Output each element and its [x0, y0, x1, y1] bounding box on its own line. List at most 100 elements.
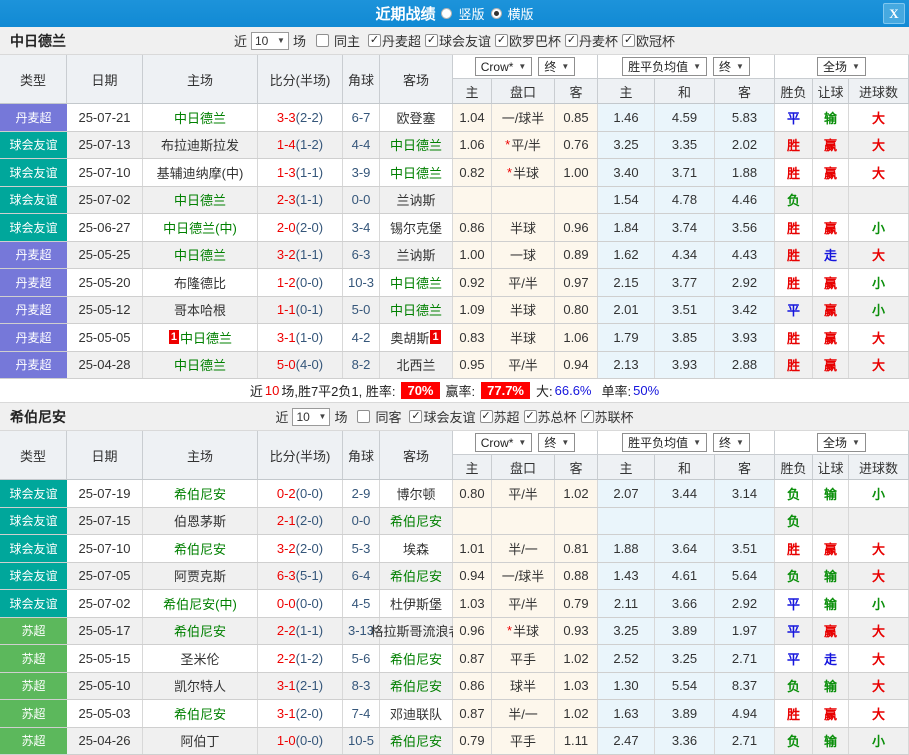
away-team: 博尔顿	[380, 480, 453, 507]
odds-time-select[interactable]: 终	[538, 433, 575, 452]
avg-home-odds: 1.84	[598, 214, 655, 241]
crow-home-odds: 0.96	[453, 618, 492, 645]
match-date: 25-07-15	[67, 508, 143, 535]
league-filter-group: 球会友谊苏超苏总杯苏联杯	[405, 407, 633, 426]
avg-draw-odds: 3.44	[655, 480, 715, 507]
league-checkbox-label[interactable]: 欧罗巴杯	[509, 31, 561, 50]
odds-time-select[interactable]: 终	[538, 57, 575, 76]
league-checkbox[interactable]	[495, 34, 508, 47]
same-venue-checkbox[interactable]	[316, 34, 329, 47]
result-wdl: 负	[775, 728, 813, 755]
recent-results-panel: 近期战绩 竖版 横版 中日德兰 近 10 场 同主 丹麦超球会友谊欧罗巴杯丹麦杯…	[0, 0, 909, 751]
league-checkbox-label[interactable]: 苏联杯	[595, 407, 634, 426]
handicap-line	[492, 508, 555, 535]
vertical-layout-label[interactable]: 竖版	[458, 4, 484, 23]
avg-odds-select[interactable]: 胜平负均值	[622, 57, 707, 76]
league-checkbox-label[interactable]: 苏总杯	[538, 407, 577, 426]
avg-away-odds: 4.94	[715, 700, 775, 727]
recent-count-select[interactable]: 10	[251, 32, 289, 50]
score: 5-0(4-0)	[258, 352, 343, 379]
match-date: 25-07-13	[67, 132, 143, 159]
crow-away-odds: 0.96	[555, 214, 598, 241]
avg-home-odds: 2.13	[598, 352, 655, 379]
odds-source-select[interactable]: Crow*	[475, 57, 533, 76]
result-wdl: 胜	[775, 242, 813, 269]
col-avg-away: 客	[715, 79, 775, 103]
home-team: 中日德兰	[143, 242, 258, 269]
scope-select[interactable]: 全场	[817, 57, 866, 76]
match-date: 25-07-02	[67, 590, 143, 617]
result-goals: 大	[849, 132, 909, 159]
home-team-name: 中日德兰	[174, 245, 226, 264]
crow-away-odds: 0.80	[555, 297, 598, 324]
score: 2-1(2-0)	[258, 508, 343, 535]
odds-source-select[interactable]: Crow*	[475, 433, 533, 452]
away-team-name: 希伯尼安	[390, 676, 442, 695]
corners: 6-7	[343, 104, 380, 131]
match-row: 球会友谊25-07-19希伯尼安0-2(0-0)2-9博尔顿0.80平/半1.0…	[0, 480, 909, 508]
away-team-name: 希伯尼安	[390, 511, 442, 530]
league-checkbox[interactable]	[409, 410, 422, 423]
league-checkbox-label[interactable]: 丹麦超	[382, 31, 421, 50]
close-button[interactable]	[883, 3, 905, 24]
away-team: 格拉斯哥流浪者	[380, 618, 453, 645]
avg-home-odds: 2.15	[598, 269, 655, 296]
league-checkbox[interactable]	[368, 34, 381, 47]
col-avg-home: 主	[598, 79, 655, 103]
away-team-name: 希伯尼安	[390, 649, 442, 668]
fulltime-score: 3-3	[277, 110, 296, 125]
handicap-line: 平手	[492, 728, 555, 755]
same-venue-checkbox[interactable]	[357, 410, 370, 423]
result-handicap	[813, 508, 849, 535]
league-checkbox[interactable]	[480, 410, 493, 423]
handicap-line: *平/半	[492, 132, 555, 159]
league-checkbox[interactable]	[425, 34, 438, 47]
league-type-badge: 球会友谊	[0, 590, 67, 617]
league-checkbox-label[interactable]: 欧冠杯	[636, 31, 675, 50]
result-handicap: 赢	[813, 214, 849, 241]
recent-count-select[interactable]: 10	[292, 408, 330, 426]
league-checkbox[interactable]	[581, 410, 594, 423]
league-checkbox-label[interactable]: 苏超	[494, 407, 520, 426]
scope-select[interactable]: 全场	[817, 433, 866, 452]
away-team-name: 中日德兰	[390, 163, 442, 182]
horizontal-layout-label[interactable]: 横版	[508, 4, 534, 23]
handicap-line: 平/半	[492, 590, 555, 617]
league-checkbox[interactable]	[622, 34, 635, 47]
corners: 8-2	[343, 352, 380, 379]
league-checkbox[interactable]	[524, 410, 537, 423]
home-team: 希伯尼安	[143, 480, 258, 507]
match-row: 丹麦超25-07-21中日德兰3-3(2-2)6-7欧登塞1.04一/球半0.8…	[0, 104, 909, 132]
horizontal-layout-radio[interactable]	[491, 8, 502, 19]
away-team: 奥胡斯1	[380, 324, 453, 351]
star-mark: *	[505, 137, 510, 152]
result-wdl: 平	[775, 590, 813, 617]
handicap-line: *半球	[492, 159, 555, 186]
odds-time-value: 终	[544, 434, 556, 451]
score: 3-3(2-2)	[258, 104, 343, 131]
vertical-layout-radio[interactable]	[441, 8, 452, 19]
result-wdl: 胜	[775, 700, 813, 727]
avg-time-select[interactable]: 终	[713, 57, 750, 76]
score: 2-2(1-2)	[258, 645, 343, 672]
avg-odds-select[interactable]: 胜平负均值	[622, 433, 707, 452]
match-row: 苏超25-05-03希伯尼安3-1(2-0)7-4邓迪联队0.87半/一1.02…	[0, 700, 909, 728]
odds-source-value: Crow*	[481, 436, 514, 450]
same-venue-label[interactable]: 同客	[375, 407, 401, 426]
league-filter-group: 丹麦超球会友谊欧罗巴杯丹麦杯欧冠杯	[364, 31, 675, 50]
avg-draw-odds: 4.61	[655, 563, 715, 590]
avg-home-odds: 2.47	[598, 728, 655, 755]
home-team-name: 中日德兰	[174, 190, 226, 209]
avg-away-odds: 5.83	[715, 104, 775, 131]
league-checkbox-label[interactable]: 丹麦杯	[579, 31, 618, 50]
away-team: 杜伊斯堡	[380, 590, 453, 617]
crow-home-odds: 0.82	[453, 159, 492, 186]
same-venue-label[interactable]: 同主	[334, 31, 360, 50]
avg-away-odds: 3.14	[715, 480, 775, 507]
filters: 近 10 场 同客 球会友谊苏超苏总杯苏联杯	[0, 403, 909, 430]
avg-time-select[interactable]: 终	[713, 433, 750, 452]
halftime-score: (1-0)	[296, 330, 323, 345]
league-checkbox[interactable]	[565, 34, 578, 47]
league-checkbox-label[interactable]: 球会友谊	[439, 31, 491, 50]
league-checkbox-label[interactable]: 球会友谊	[423, 407, 475, 426]
